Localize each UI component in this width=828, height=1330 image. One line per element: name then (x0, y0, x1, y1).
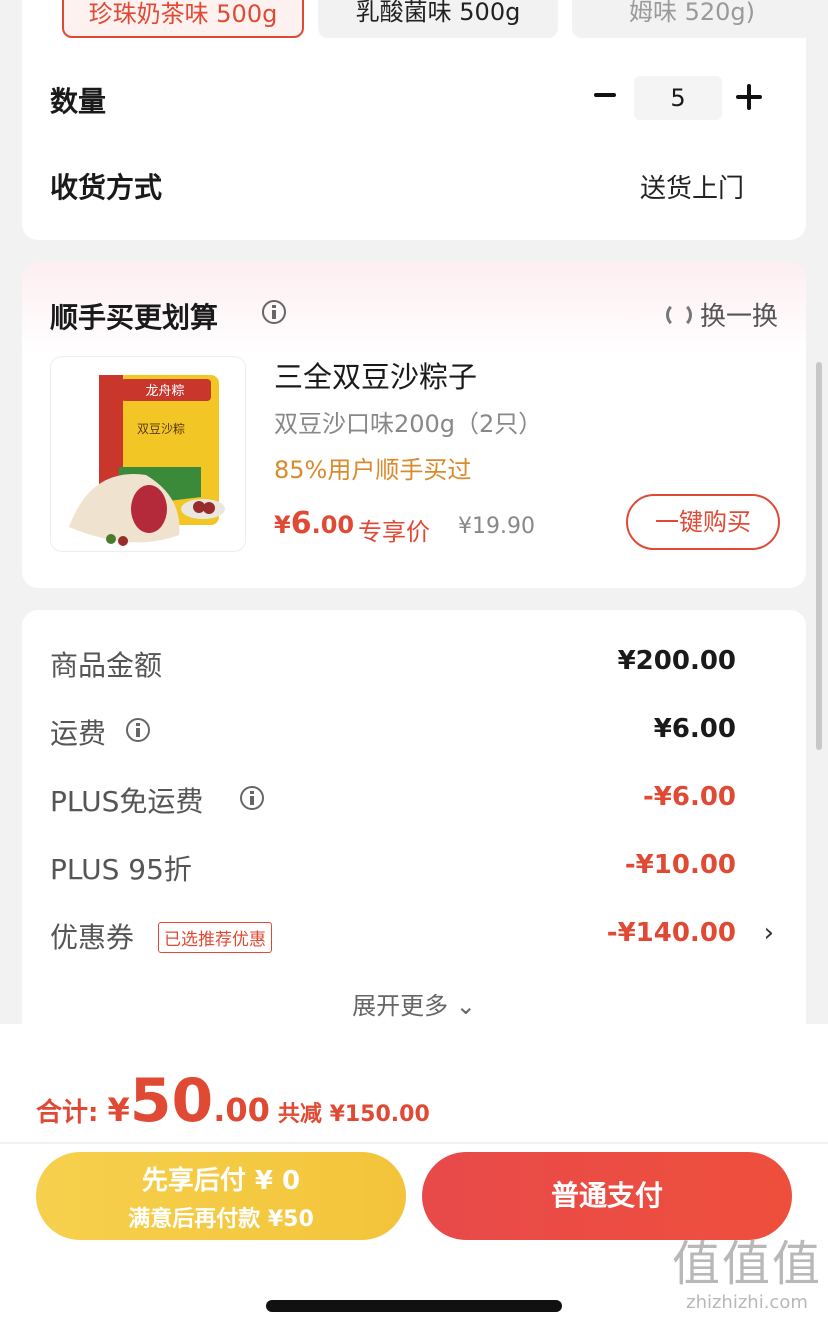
variant-option[interactable]: 乳酸菌味 500g (318, 0, 558, 38)
exclusive-price-label: 专享价 (358, 518, 430, 546)
original-price: ¥19.90 (458, 514, 535, 539)
fee-value: -¥6.00 (642, 782, 736, 812)
upsell-title: 顺手买更划算 (50, 301, 219, 334)
product-image[interactable]: 龙舟粽 双豆沙粽 (50, 356, 246, 552)
watermark: 值值值 zhizhizhi.com (672, 1236, 822, 1313)
total-integer: 50 (129, 1066, 214, 1136)
package-name-text: 双豆沙粽 (137, 421, 185, 436)
fee-row: PLUS 95折 -¥10.00 (50, 848, 778, 888)
pay-later-button[interactable]: 先享后付 ¥ 0 满意后再付款 ¥50 (36, 1152, 406, 1240)
home-indicator[interactable] (266, 1300, 562, 1312)
info-icon[interactable] (240, 786, 264, 810)
fee-row: 运费 ¥6.00 (50, 712, 778, 752)
quantity-input[interactable]: 5 (634, 76, 722, 120)
one-click-buy-button[interactable]: 一键购买 (626, 494, 780, 550)
pay-later-title: 先享后付 ¥ 0 (141, 1166, 301, 1196)
total-saving: 共减 ¥150.00 (277, 1102, 430, 1127)
fee-value: ¥200.00 (617, 646, 736, 676)
pay-later-subtitle: 满意后再付款 ¥50 (128, 1207, 314, 1232)
price-decimal: .00 (311, 511, 355, 539)
refresh-icon (665, 301, 692, 328)
fee-value: ¥6.00 (653, 714, 736, 744)
expand-more-button[interactable]: 展开更多 ⌄ (22, 986, 806, 1021)
quantity-increase-button[interactable] (736, 84, 762, 110)
total-decimal: .00 (213, 1091, 270, 1129)
fee-label: 运费 (50, 717, 107, 750)
product-name[interactable]: 三全双豆沙粽子 (274, 354, 477, 396)
watermark-url: zhizhizhi.com (686, 1292, 808, 1313)
fee-label: 商品金额 (50, 649, 163, 682)
fee-label: PLUS免运费 (50, 785, 204, 818)
social-proof-text: 85%用户顺手买过 (274, 456, 472, 484)
product-spec: 双豆沙口味200g（2只） (274, 410, 543, 438)
quantity-decrease-button[interactable] (592, 80, 622, 110)
price-currency: ¥ (274, 511, 291, 539)
order-total: 合计: ¥50.00 共减 ¥150.00 (36, 1066, 430, 1136)
divider (0, 1142, 828, 1144)
fee-value: -¥10.00 (624, 850, 736, 880)
refresh-label: 换一换 (699, 302, 778, 332)
refresh-button[interactable]: 换一换 (665, 296, 778, 333)
total-currency: ¥ (107, 1091, 130, 1129)
total-label: 合计: (36, 1098, 108, 1128)
scrollbar[interactable] (816, 362, 822, 750)
coupon-badge: 已选推荐优惠 (158, 922, 272, 953)
info-icon[interactable] (126, 718, 150, 742)
package-brand-text: 龙舟粽 (145, 384, 184, 399)
upsell-card: 顺手买更划算 换一换 龙舟粽 双豆沙粽 三全双豆沙粽子 双豆沙口味200g（2只… (22, 262, 806, 588)
normal-pay-button[interactable]: 普通支付 (422, 1152, 792, 1240)
coupon-row[interactable]: 优惠券 已选推荐优惠 -¥140.00 › (50, 916, 778, 956)
zongzi-package-illustration: 龙舟粽 双豆沙粽 (69, 375, 225, 546)
variant-option[interactable]: 姆味 520g) (572, 0, 812, 38)
watermark-logo: 值值值 (672, 1236, 823, 1292)
quantity-label: 数量 (50, 85, 107, 118)
variant-selector: 珍珠奶茶味 500g 乳酸菌味 500g 姆味 520g) (22, 0, 812, 44)
order-options-card: 数量 5 收货方式 送货上门 (22, 44, 806, 240)
variant-option-selected[interactable]: 珍珠奶茶味 500g (62, 0, 304, 38)
fee-value: -¥140.00 (606, 918, 736, 948)
fee-label: PLUS 95折 (50, 853, 192, 886)
fee-label: 优惠券 (50, 921, 135, 954)
fee-summary-card: 商品金额 ¥200.00 运费 ¥6.00 PLUS免运费 -¥6.00 PLU… (22, 610, 806, 1030)
info-icon[interactable] (262, 300, 286, 324)
delivery-method-value[interactable]: 送货上门 (640, 168, 744, 205)
delivery-label: 收货方式 (50, 171, 163, 204)
chevron-right-icon[interactable]: › (764, 918, 774, 948)
product-price: ¥6.00 (274, 506, 354, 541)
price-integer: 6 (290, 506, 312, 541)
fee-row: PLUS免运费 -¥6.00 (50, 780, 778, 820)
fee-row: 商品金额 ¥200.00 (50, 644, 778, 684)
